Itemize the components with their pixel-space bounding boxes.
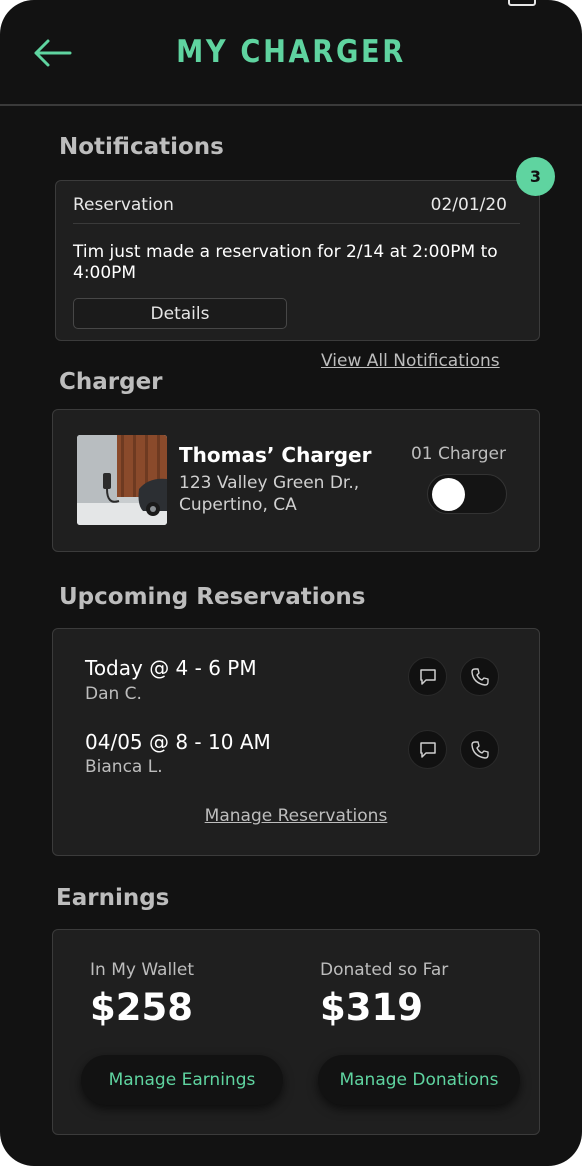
phone-icon (470, 740, 489, 759)
notification-count-badge: 3 (516, 157, 555, 196)
details-button[interactable]: Details (73, 298, 287, 329)
phone-icon (470, 667, 489, 686)
notification-message: Tim just made a reservation for 2/14 at … (73, 242, 498, 283)
charger-card[interactable]: Thomas’ Charger 123 Valley Green Dr., Cu… (52, 409, 540, 552)
notification-date: 02/01/20 (430, 195, 507, 215)
manage-earnings-button[interactable]: Manage Earnings (81, 1055, 283, 1105)
header: MY CHARGER (0, 0, 582, 106)
manage-reservations-row: Manage Reservations (53, 806, 539, 826)
wallet-value: $258 (90, 986, 193, 1029)
charger-photo-image (77, 435, 167, 525)
charger-name: Thomas’ Charger (179, 443, 372, 467)
donated-value: $319 (320, 986, 423, 1029)
view-all-notifications-link[interactable]: View All Notifications (321, 351, 500, 371)
charger-title: Charger (59, 369, 163, 395)
charger-toggle[interactable] (427, 474, 507, 514)
reservation-guest: Bianca L. (85, 757, 163, 777)
reservation-time: Today @ 4 - 6 PM (85, 656, 257, 680)
phone-screen: MY CHARGER Notifications Reservation 02/… (0, 0, 582, 1166)
charger-address-line2: Cupertino, CA (179, 495, 297, 515)
message-icon (419, 668, 436, 685)
reservation-time: 04/05 @ 8 - 10 AM (85, 730, 271, 754)
charger-address: 123 Valley Green Dr., Cupertino, CA (179, 472, 359, 516)
message-icon (419, 741, 436, 758)
charger-address-line1: 123 Valley Green Dr., (179, 473, 360, 493)
earnings-card: In My Wallet $258 Donated so Far $319 Ma… (52, 929, 540, 1135)
message-button[interactable] (408, 730, 447, 769)
notification-type: Reservation (73, 195, 174, 215)
charger-photo (77, 435, 167, 525)
charger-count: 01 Charger (410, 444, 506, 464)
page-title: MY CHARGER (176, 34, 406, 70)
reservation-guest: Dan C. (85, 684, 142, 704)
earnings-title: Earnings (56, 885, 170, 911)
manage-reservations-link[interactable]: Manage Reservations (205, 806, 388, 826)
toggle-knob (432, 478, 465, 511)
wallet-label: In My Wallet (90, 960, 195, 980)
divider (73, 223, 520, 224)
call-button[interactable] (460, 657, 499, 696)
reservations-card: Today @ 4 - 6 PM Dan C. 04/05 @ 8 - 10 A… (52, 628, 540, 856)
call-button[interactable] (460, 730, 499, 769)
reservations-title: Upcoming Reservations (59, 584, 366, 610)
donated-label: Donated so Far (320, 960, 449, 980)
notifications-title: Notifications (59, 134, 224, 160)
manage-donations-button[interactable]: Manage Donations (318, 1055, 520, 1105)
message-button[interactable] (408, 657, 447, 696)
notification-card[interactable]: Reservation 02/01/20 Tim just made a res… (55, 180, 540, 341)
